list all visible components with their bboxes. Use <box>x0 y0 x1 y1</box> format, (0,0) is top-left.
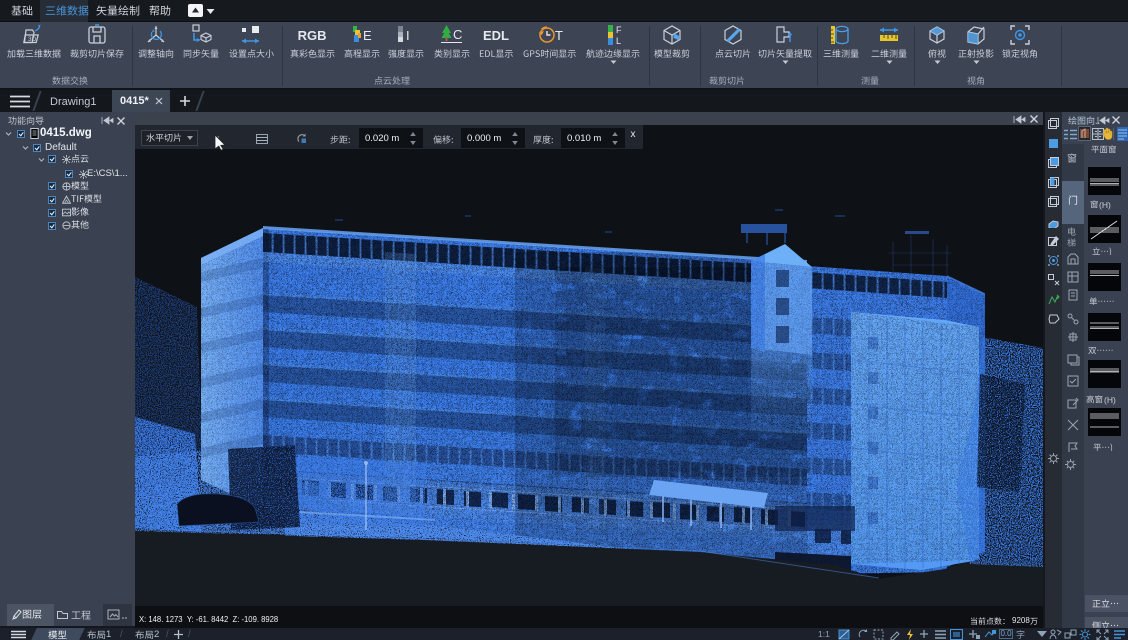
svg-text:3D: 3D <box>28 36 37 43</box>
svg-text:EDL: EDL <box>483 28 509 43</box>
svg-text:T: T <box>555 28 563 43</box>
svg-text:E: E <box>363 28 372 43</box>
svg-text:L: L <box>616 36 621 46</box>
svg-text:I: I <box>406 28 410 43</box>
svg-text:RGB: RGB <box>298 28 327 43</box>
svg-text:F: F <box>616 25 622 35</box>
svg-text:C: C <box>453 27 462 42</box>
